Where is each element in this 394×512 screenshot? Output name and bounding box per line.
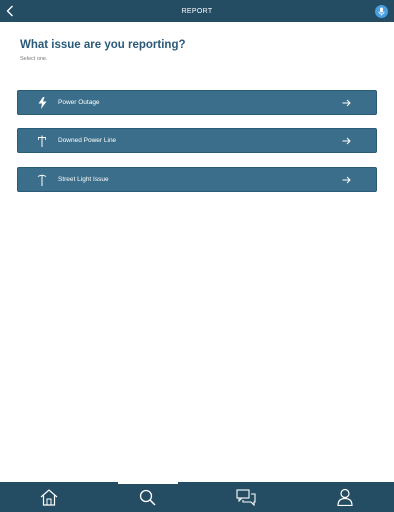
chat-icon xyxy=(236,488,256,506)
home-icon xyxy=(40,488,58,506)
street-light-icon xyxy=(37,174,47,186)
bottom-nav xyxy=(0,482,394,512)
microphone-icon xyxy=(378,7,385,16)
back-button[interactable] xyxy=(3,4,17,18)
arrow-right-icon xyxy=(342,99,351,106)
page-heading: What issue are you reporting? xyxy=(20,39,186,51)
nav-messages[interactable] xyxy=(216,482,276,512)
arrow-right-icon xyxy=(342,176,351,183)
page-subheading: Select one. xyxy=(20,56,48,62)
option-power-outage[interactable]: Power Outage xyxy=(17,90,377,115)
option-street-light-issue[interactable]: Street Light Issue xyxy=(17,167,377,192)
nav-profile[interactable] xyxy=(315,482,375,512)
nav-home[interactable] xyxy=(19,482,79,512)
page-title: REPORT xyxy=(181,7,213,15)
nav-search[interactable] xyxy=(117,482,178,512)
power-pole-icon xyxy=(38,135,46,147)
search-icon xyxy=(140,489,156,506)
top-bar: REPORT xyxy=(0,0,394,22)
microphone-button[interactable] xyxy=(375,5,388,18)
user-icon xyxy=(337,488,353,506)
option-downed-power-line[interactable]: Downed Power Line xyxy=(17,128,377,153)
option-label: Power Outage xyxy=(58,99,100,106)
option-label: Street Light Issue xyxy=(58,176,109,183)
chevron-left-icon xyxy=(6,5,13,17)
arrow-right-icon xyxy=(342,137,351,144)
lightning-bolt-icon xyxy=(38,96,46,109)
option-label: Downed Power Line xyxy=(58,137,117,144)
